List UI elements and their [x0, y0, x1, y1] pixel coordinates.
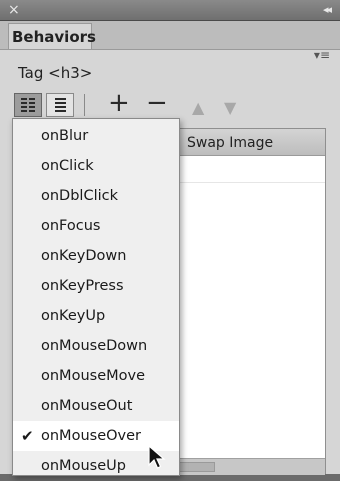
menu-item-onkeypress[interactable]: onKeyPress: [13, 271, 179, 301]
mouse-pointer-icon: [148, 445, 166, 469]
panel-menu-icon[interactable]: ▾≡: [314, 48, 330, 62]
menu-item-label: onDblClick: [41, 188, 119, 204]
collapse-icon[interactable]: ◂◂: [323, 1, 332, 19]
menu-item-onblur[interactable]: onBlur: [13, 121, 179, 151]
tag-label: Tag <h3>: [18, 64, 93, 82]
scrollbar-thumb[interactable]: [175, 462, 215, 472]
list-view-icon: [21, 98, 27, 113]
all-events-icon: [55, 98, 66, 113]
menu-item-label: onMouseOut: [41, 398, 133, 414]
behaviors-toolbar: + − ▲ ▼: [14, 90, 334, 121]
menu-item-label: onKeyDown: [41, 248, 127, 264]
menu-item-onmousedown[interactable]: onMouseDown: [13, 331, 179, 361]
column-header-action: Swap Image: [187, 135, 274, 151]
menu-item-onkeyup[interactable]: onKeyUp: [13, 301, 179, 331]
remove-behavior-icon[interactable]: −: [146, 90, 168, 116]
menu-item-ondblclick[interactable]: onDblClick: [13, 181, 179, 211]
menu-item-label: onMouseMove: [41, 368, 145, 384]
menu-item-label: onMouseOver: [41, 428, 141, 444]
behaviors-panel: × ◂◂ Behaviors ▾≡ Tag <h3> + − ▲ ▼ Swap …: [0, 0, 340, 476]
menu-item-label: onKeyUp: [41, 308, 106, 324]
menu-item-onmouseout[interactable]: onMouseOut: [13, 391, 179, 421]
toolbar-divider: [84, 94, 85, 116]
menu-item-label: onKeyPress: [41, 278, 124, 294]
menu-item-label: onMouseDown: [41, 338, 148, 354]
move-down-icon[interactable]: ▼: [224, 95, 236, 121]
move-up-icon[interactable]: ▲: [192, 95, 204, 121]
horizontal-scrollbar[interactable]: [175, 458, 325, 475]
menu-item-onclick[interactable]: onClick: [13, 151, 179, 181]
tab-bar: Behaviors ▾≡: [0, 21, 340, 62]
menu-item-label: onBlur: [41, 128, 89, 144]
show-all-events-button[interactable]: [46, 93, 74, 117]
show-set-events-button[interactable]: [14, 93, 42, 117]
menu-item-onkeydown[interactable]: onKeyDown: [13, 241, 179, 271]
menu-item-label: onClick: [41, 158, 94, 174]
menu-item-onfocus[interactable]: onFocus: [13, 211, 179, 241]
checkmark-icon: ✔: [21, 427, 34, 445]
event-dropdown-menu: onBlur onClick onDblClick onFocus onKeyD…: [12, 118, 180, 476]
panel-titlebar: × ◂◂: [0, 0, 340, 21]
menu-item-label: onFocus: [41, 218, 101, 234]
close-icon[interactable]: ×: [8, 1, 20, 19]
list-view-icon-part: [29, 98, 35, 113]
menu-item-label: onMouseUp: [41, 458, 126, 474]
menu-item-onmousemove[interactable]: onMouseMove: [13, 361, 179, 391]
add-behavior-icon[interactable]: +: [108, 90, 130, 116]
tab-behaviors[interactable]: Behaviors: [8, 23, 96, 49]
